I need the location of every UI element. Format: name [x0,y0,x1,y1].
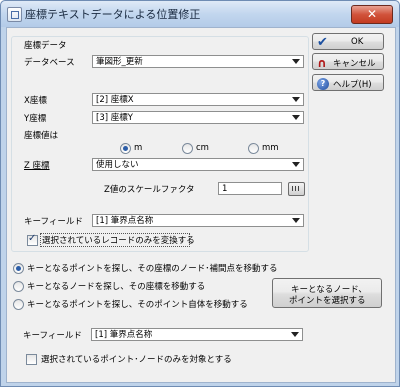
unit-label: 座標値は [24,131,59,141]
move-option-1-radio[interactable] [13,263,24,274]
chevron-down-icon [291,332,299,337]
key-field-label: キーフィールド [24,217,83,227]
y-coord-select[interactable]: [3] 座標Y [92,111,304,124]
database-label: データベース [24,58,75,68]
move-option-2-label: キーとなるノードを探し、その座標を移動する [27,282,206,292]
z-coord-select[interactable]: 使用しない [92,158,304,171]
help-label: ヘルプ(H) [333,80,372,90]
unit-m-label: m [134,143,143,153]
move-option-2-radio[interactable] [13,281,24,292]
x-coord-value: [2] 座標X [96,95,134,105]
database-value: 筆図形_更新 [96,57,143,67]
cancel-button[interactable]: ∩ キャンセル [312,53,384,70]
ok-label: OK [351,37,364,47]
close-button[interactable]: ✕ [351,5,393,24]
chevron-down-icon [292,59,300,64]
chevron-down-icon [292,115,300,120]
title-bar[interactable]: 座標テキストデータによる位置修正 ✕ [1,1,399,27]
bottom-key-field-select[interactable]: [1] 筆界点名称 [91,328,303,341]
help-button[interactable]: ? ヘルプ(H) [312,74,384,91]
target-only-label: 選択されているポイント･ノードのみを対象とする [41,355,232,365]
chevron-down-icon [292,97,300,102]
window-icon [7,7,22,22]
key-field-select[interactable]: [1] 筆界点名称 [92,214,304,227]
bottom-key-field-value: [1] 筆界点名称 [95,330,153,340]
move-option-1-label: キーとなるポイントを探し、その座標のノード･補間点を移動する [27,264,278,274]
y-coord-value: [3] 座標Y [96,113,133,123]
chevron-down-icon [292,218,300,223]
unit-mm-radio[interactable] [248,143,259,154]
z-scale-label: Z値のスケールファクタ [104,185,195,195]
chevron-down-icon [292,162,300,167]
dialog-window: 座標テキストデータによる位置修正 ✕ 座標データ データベース 筆図形_更新 X… [0,0,400,387]
coord-group-label: 座標データ [22,39,69,51]
z-scale-value: 1 [222,184,228,194]
key-field-value: [1] 筆界点名称 [96,216,154,226]
unit-m-radio[interactable] [120,143,131,154]
z-coord-label: Z 座標 [24,161,50,171]
check-icon: ✔ [317,35,328,50]
select-key-node-button[interactable]: キーとなるノード、 ポイントを選択する [272,278,382,308]
y-coord-label: Y座標 [24,114,47,124]
z-scale-input[interactable]: 1 [218,182,282,195]
database-select[interactable]: 筆図形_更新 [92,55,304,68]
move-option-3-radio[interactable] [13,299,24,310]
unit-mm-label: mm [262,143,279,153]
undo-icon: ∩ [317,56,327,70]
unit-cm-radio[interactable] [182,143,193,154]
coord-data-group: 座標データ データベース 筆図形_更新 X座標 [2] 座標X Y座標 [3] … [11,36,309,252]
z-coord-value: 使用しない [96,160,139,170]
x-coord-select[interactable]: [2] 座標X [92,93,304,106]
move-option-3-label: キーとなるポイントを探し、そのポイント自体を移動する [27,300,248,310]
ok-button[interactable]: ✔ OK [312,33,384,50]
help-icon: ? [317,78,329,90]
bottom-key-field-label: キーフィールド [23,331,82,341]
calculator-icon[interactable] [288,182,305,196]
dialog-body: 座標データ データベース 筆図形_更新 X座標 [2] 座標X Y座標 [3] … [6,27,396,383]
window-title: 座標テキストデータによる位置修正 [25,8,201,21]
target-only-checkbox[interactable] [26,354,37,365]
selected-only-checkbox[interactable] [27,233,38,246]
selected-only-label: 選択されているレコードのみを変換する [42,236,195,246]
select-key-line2: ポイントを選択する [289,296,366,306]
x-coord-label: X座標 [24,96,47,106]
cancel-label: キャンセル [333,59,376,69]
unit-cm-label: cm [196,143,209,153]
